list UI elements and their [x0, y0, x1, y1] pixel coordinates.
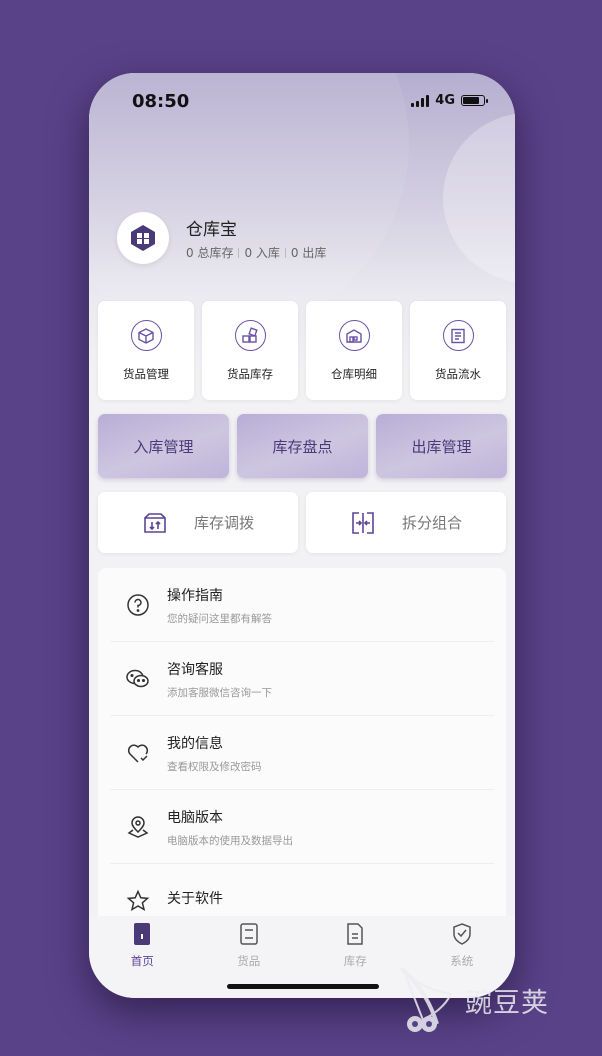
stat-outbound: 0 出库 [290, 246, 327, 260]
menu-item-support[interactable]: 咨询客服 添加客服微信咨询一下 [98, 642, 506, 716]
card-label: 货品管理 [123, 367, 169, 381]
goods-icon [240, 923, 258, 945]
menu-subtitle: 电脑版本的使用及数据导出 [167, 834, 293, 847]
transfer-box-icon [144, 512, 166, 533]
menu-title: 电脑版本 [167, 809, 223, 826]
settings-menu: 操作指南 您的疑问这里都有解答 咨询客服 添加客服微信咨询一下 我的信息 查看权… [98, 568, 506, 938]
question-icon [125, 592, 151, 618]
watermark: 豌豆荚 [395, 960, 575, 1040]
card-goods-stock[interactable]: 货品库存 [202, 301, 298, 400]
battery-icon [461, 95, 488, 106]
box-icon [130, 320, 162, 351]
menu-subtitle: 您的疑问这里都有解答 [167, 612, 272, 625]
app-name: 仓库宝 [186, 220, 237, 240]
wechat-icon [125, 666, 151, 692]
menu-title: 关于软件 [167, 891, 223, 907]
card-warehouse-detail[interactable]: 仓库明细 [306, 301, 402, 400]
stock-transfer-label: 库存调拨 [193, 514, 254, 532]
outbound-management-button[interactable]: 出库管理 [376, 414, 507, 478]
watermark-text: 豌豆荚 [465, 987, 549, 1019]
split-merge-button[interactable]: 拆分组合 [306, 492, 506, 553]
shield-icon [453, 923, 471, 945]
split-merge-icon [352, 511, 374, 534]
tab-label: 库存 [343, 954, 367, 968]
tab-label: 货品 [237, 954, 261, 968]
decor-circle [89, 73, 409, 333]
app-logo [117, 212, 169, 264]
menu-subtitle: 查看权限及修改密码 [167, 760, 262, 773]
stock-check-button[interactable]: 库存盘点 [237, 414, 368, 478]
split-merge-label: 拆分组合 [401, 514, 462, 532]
warehouse-icon [338, 320, 370, 351]
card-goods-flow[interactable]: 货品流水 [410, 301, 506, 400]
pea-logo-icon [399, 966, 453, 1032]
menu-title: 咨询客服 [167, 661, 223, 678]
profile-header: 仓库宝 0 总库存 0 入库 0 出库 [117, 212, 326, 264]
decor-circle [443, 113, 515, 283]
menu-title: 操作指南 [167, 587, 223, 604]
menu-title: 我的信息 [167, 735, 223, 752]
tab-home[interactable]: 首页 [112, 922, 172, 998]
menu-subtitle: 添加客服微信咨询一下 [167, 686, 272, 699]
status-time: 08:50 [132, 91, 190, 112]
inbound-management-button[interactable]: 入库管理 [98, 414, 229, 478]
card-goods-management[interactable]: 货品管理 [98, 301, 194, 400]
status-icons: 4G [411, 93, 488, 108]
home-indicator [227, 984, 379, 989]
card-label: 仓库明细 [331, 367, 377, 381]
blocks-icon [234, 320, 266, 351]
secondary-action-row: 库存调拨 拆分组合 [98, 492, 506, 553]
stat-inbound: 0 入库 [244, 246, 280, 260]
stock-stats: 0 总库存 0 入库 0 出库 [186, 244, 326, 261]
stock-transfer-button[interactable]: 库存调拨 [98, 492, 298, 553]
network-type: 4G [435, 93, 455, 108]
heart-check-icon [125, 740, 151, 766]
card-label: 货品库存 [227, 367, 273, 381]
signal-icon [411, 94, 430, 107]
tab-label: 首页 [130, 954, 154, 968]
card-label: 货品流水 [435, 367, 481, 381]
quick-card-row: 货品管理 货品库存 仓库明细 货品流水 [98, 301, 506, 400]
ledger-icon [442, 320, 474, 351]
stock-icon [347, 923, 363, 945]
home-icon [134, 923, 151, 945]
phone-screen: 08:50 4G 仓库宝 0 总库存 0 入库 0 出库 货品管理 货品库存 仓… [89, 73, 515, 998]
stat-total: 0 总库存 [186, 246, 234, 260]
primary-action-row: 入库管理 库存盘点 出库管理 [98, 414, 507, 478]
location-icon [125, 814, 151, 840]
star-icon [125, 888, 151, 914]
menu-item-guide[interactable]: 操作指南 您的疑问这里都有解答 [98, 568, 506, 642]
menu-item-my-info[interactable]: 我的信息 查看权限及修改密码 [98, 716, 506, 790]
menu-item-desktop-version[interactable]: 电脑版本 电脑版本的使用及数据导出 [98, 790, 506, 864]
